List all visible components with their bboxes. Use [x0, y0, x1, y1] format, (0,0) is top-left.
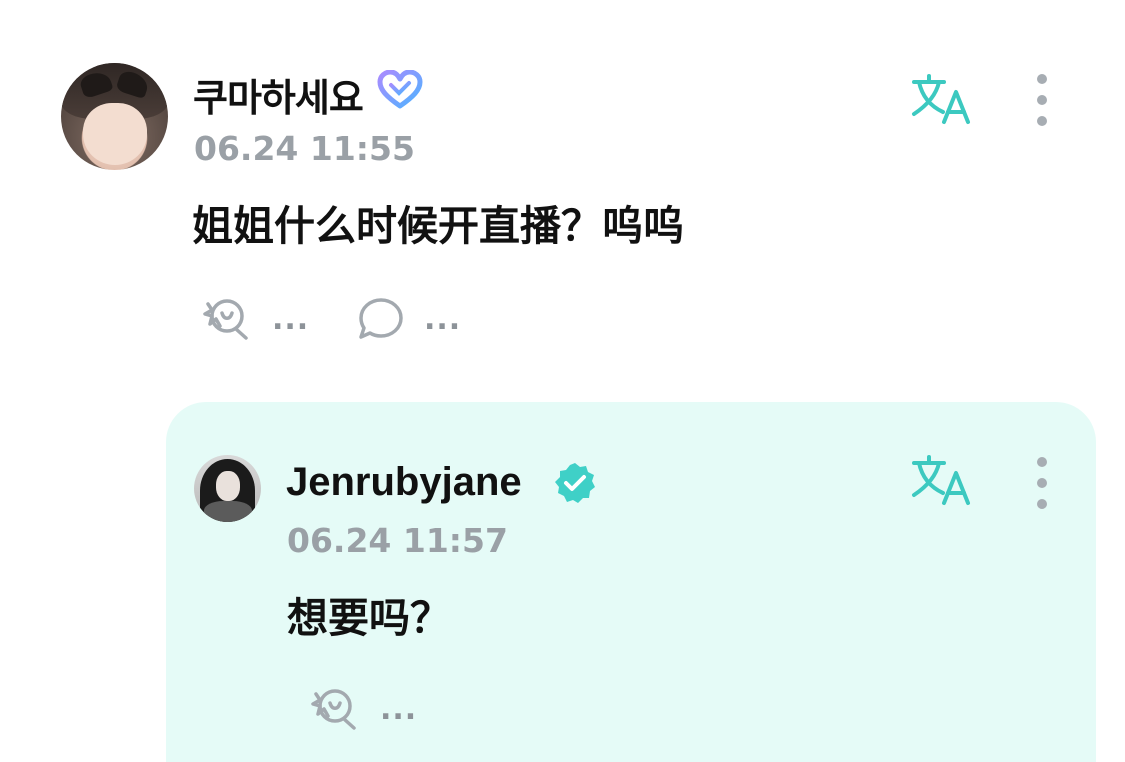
reply-avatar[interactable]: [194, 455, 261, 522]
reaction-count: ...: [380, 691, 418, 727]
chat-bubble-icon: [359, 298, 403, 339]
reply-timestamp: 06.24 11:57: [287, 521, 508, 560]
more-dot: [1037, 74, 1047, 84]
reply-username[interactable]: Jenrubyjane: [286, 460, 522, 505]
more-dot: [1037, 457, 1047, 467]
heart-badge-icon: [377, 70, 423, 109]
reply-text: 想要吗？: [287, 594, 451, 642]
comment-username[interactable]: 쿠마하세요: [193, 67, 364, 122]
avatar-face: [216, 471, 240, 501]
translate-icon[interactable]: [910, 455, 972, 507]
smile-react-icon: [203, 299, 248, 340]
more-dot: [1037, 116, 1047, 126]
more-dot: [1037, 95, 1047, 105]
react-button[interactable]: ...: [308, 686, 417, 732]
avatar[interactable]: [61, 63, 168, 170]
smile-react-icon: [311, 689, 356, 730]
avatar-body: [204, 501, 252, 522]
reaction-count: ...: [272, 301, 310, 337]
more-vertical-icon[interactable]: [1032, 457, 1052, 513]
translate-icon[interactable]: [910, 74, 972, 126]
verified-badge-icon: [555, 463, 595, 503]
more-dot: [1037, 499, 1047, 509]
react-button[interactable]: ...: [200, 296, 309, 342]
more-vertical-icon[interactable]: [1032, 74, 1052, 130]
comment-timestamp: 06.24 11:55: [194, 129, 415, 168]
reply-button[interactable]: ...: [356, 296, 461, 342]
comment-text: 姐姐什么时候开直播？呜呜: [192, 202, 684, 250]
more-dot: [1037, 478, 1047, 488]
avatar-face: [83, 103, 147, 165]
reply-count: ...: [424, 301, 462, 337]
